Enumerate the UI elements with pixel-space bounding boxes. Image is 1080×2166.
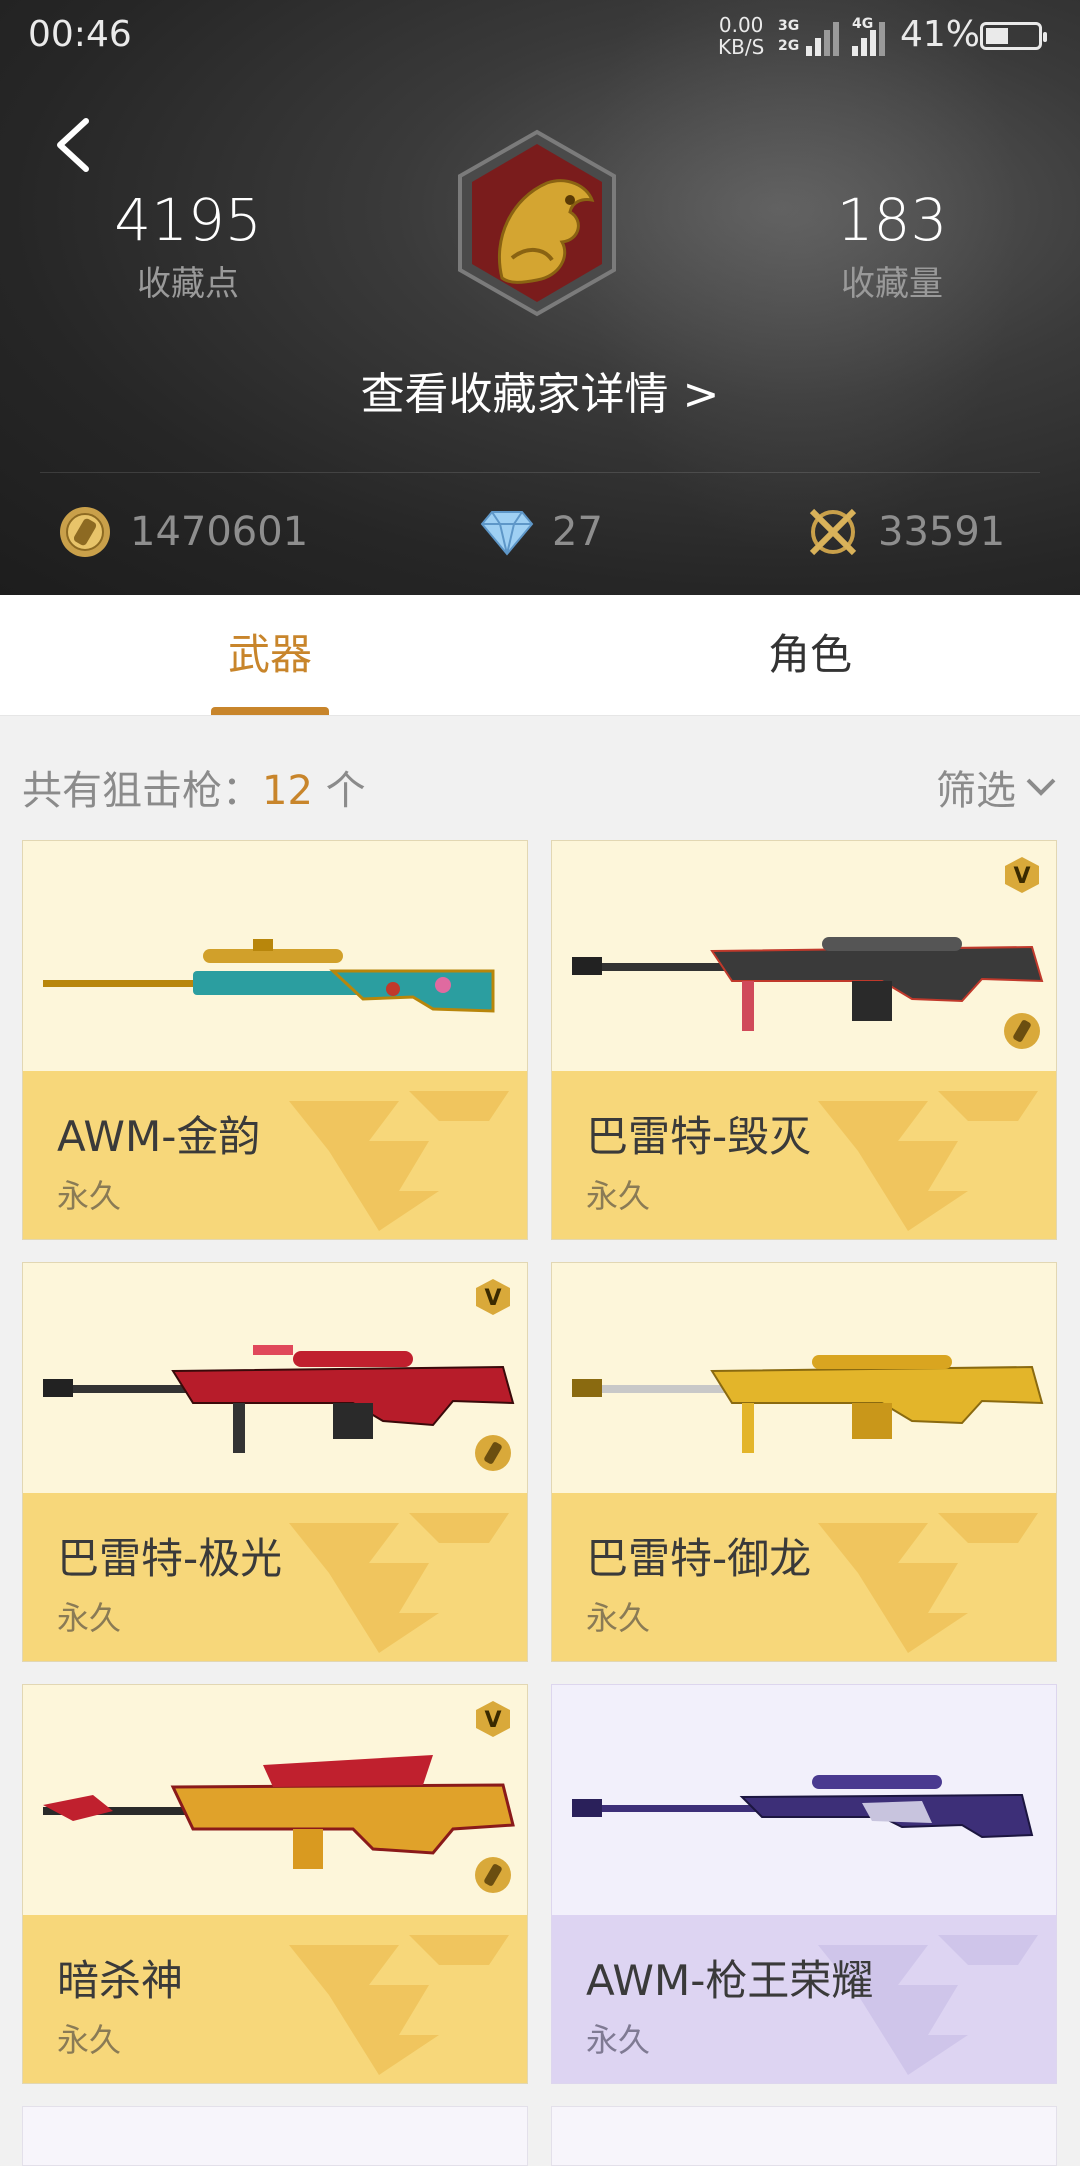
item-card-partial[interactable] <box>22 2106 528 2166</box>
status-bar: 00:46 0.00 KB/S 3G 2G 4G 41% <box>0 0 1080 72</box>
item-card-barrett-yulong[interactable]: 巴雷特-御龙 永久 <box>551 1262 1057 1662</box>
profile-header: 00:46 0.00 KB/S 3G 2G 4G 41% 4195 收藏点 18… <box>0 0 1080 595</box>
item-card-barrett-aurora[interactable]: V 巴雷特-极光 永久 <box>22 1262 528 1662</box>
item-card-barrett-destruction[interactable]: V 巴雷特-毁灭 永久 <box>551 840 1057 1240</box>
battery-percent: 41% <box>900 14 981 55</box>
item-name: 巴雷特-御龙 <box>586 1534 812 1583</box>
item-duration: 永久 <box>586 1599 651 1637</box>
svg-text:V: V <box>484 1286 501 1311</box>
gold-coin-icon <box>475 1857 511 1893</box>
crossed-swords-value: 33591 <box>878 509 1006 555</box>
diamond-icon <box>480 511 534 556</box>
battery-icon <box>980 22 1047 50</box>
item-name: 暗杀神 <box>57 1956 184 2005</box>
svg-text:V: V <box>484 1708 501 1733</box>
item-duration: 永久 <box>57 1599 122 1637</box>
item-name: 巴雷特-毁灭 <box>586 1112 812 1161</box>
item-duration: 永久 <box>57 2021 122 2059</box>
cf-logo-watermark-icon <box>818 1513 1038 1653</box>
sniper-rifle-image <box>572 1775 1034 1839</box>
collection-count-label: 收藏量 <box>841 264 943 304</box>
gold-coin-icon <box>475 1435 511 1471</box>
chevron-down-icon <box>1026 778 1056 796</box>
view-collector-details-link[interactable]: 查看收藏家详情 > <box>0 358 1080 422</box>
gold-coin-balance: 1470601 <box>58 502 308 562</box>
crossed-swords-icon <box>809 508 857 556</box>
vip-badge-icon: V <box>476 1701 510 1737</box>
cf-logo-watermark-icon <box>289 1935 509 2075</box>
status-time: 00:46 <box>28 14 132 55</box>
signal-icon-2 <box>852 22 885 56</box>
gold-coin-icon <box>60 507 110 557</box>
collection-points-label: 收藏点 <box>137 264 239 304</box>
cf-logo-watermark-icon <box>818 1091 1038 1231</box>
count-prefix: 共有狙击枪： <box>22 768 262 814</box>
network-speed-value: 0.00 <box>718 13 764 37</box>
tab-weapons-label: 武器 <box>227 630 312 679</box>
sim1-type-bottom: 2G <box>778 38 800 54</box>
tab-weapons[interactable]: 武器 <box>0 595 540 715</box>
tab-active-indicator <box>211 707 329 715</box>
sniper-rifle-image <box>572 1355 1044 1453</box>
item-name: AWM-金韵 <box>57 1112 261 1161</box>
sniper-rifle-image <box>43 1755 515 1869</box>
collection-count-stat: 183 收藏量 <box>762 188 1022 305</box>
item-card-awm-gun-king-glory[interactable]: AWM-枪王荣耀 永久 <box>551 1684 1057 2084</box>
gold-coin-value: 1470601 <box>130 509 309 555</box>
item-duration: 永久 <box>586 2021 651 2059</box>
collection-points-stat: 4195 收藏点 <box>58 188 318 305</box>
collection-count-value: 183 <box>836 186 948 254</box>
item-card-partial[interactable] <box>551 2106 1057 2166</box>
cf-logo-watermark-icon <box>289 1513 509 1653</box>
svg-text:V: V <box>1013 864 1030 889</box>
count-number: 12 <box>262 768 313 814</box>
sniper-rifle-image <box>43 939 495 1013</box>
sim1-type-top: 3G <box>778 18 800 34</box>
crossed-swords-balance: 33591 <box>806 502 1005 562</box>
cf-logo-watermark-icon <box>289 1091 509 1231</box>
sniper-rifle-image <box>43 1345 515 1453</box>
signal-icon <box>806 22 839 56</box>
tab-characters-label: 角色 <box>767 630 852 679</box>
sniper-rifle-image <box>572 937 1044 1031</box>
sniper-count-text: 共有狙击枪：12 个 <box>22 758 366 816</box>
diamond-value: 27 <box>552 509 603 555</box>
item-name: 巴雷特-极光 <box>57 1534 283 1583</box>
header-divider <box>40 472 1040 473</box>
item-name: AWM-枪王荣耀 <box>586 1956 874 2005</box>
item-duration: 永久 <box>57 1177 122 1215</box>
collection-points-value: 4195 <box>114 186 262 254</box>
list-header: 共有狙击枪：12 个 筛选 <box>0 752 1080 822</box>
item-card-awm-jinyun[interactable]: AWM-金韵 永久 <box>22 840 528 1240</box>
network-speed-unit: KB/S <box>718 35 765 59</box>
diamond-balance: 27 <box>480 502 603 562</box>
network-speed: 0.00 KB/S <box>718 14 764 58</box>
collector-dragon-badge-icon[interactable] <box>452 128 622 318</box>
count-suffix: 个 <box>312 768 366 814</box>
category-tabs: 武器 角色 <box>0 595 1080 716</box>
gold-coin-icon <box>1004 1013 1040 1049</box>
item-duration: 永久 <box>586 1177 651 1215</box>
tab-characters[interactable]: 角色 <box>540 595 1080 715</box>
vip-badge-icon: V <box>476 1279 510 1315</box>
filter-button[interactable]: 筛选 <box>936 758 1058 816</box>
item-card-assassin-god[interactable]: V 暗杀神 永久 <box>22 1684 528 2084</box>
sim1-type: 3G 2G <box>778 16 799 56</box>
filter-label: 筛选 <box>936 768 1016 814</box>
vip-badge-icon: V <box>1005 857 1039 893</box>
back-arrow-icon[interactable] <box>50 115 100 175</box>
